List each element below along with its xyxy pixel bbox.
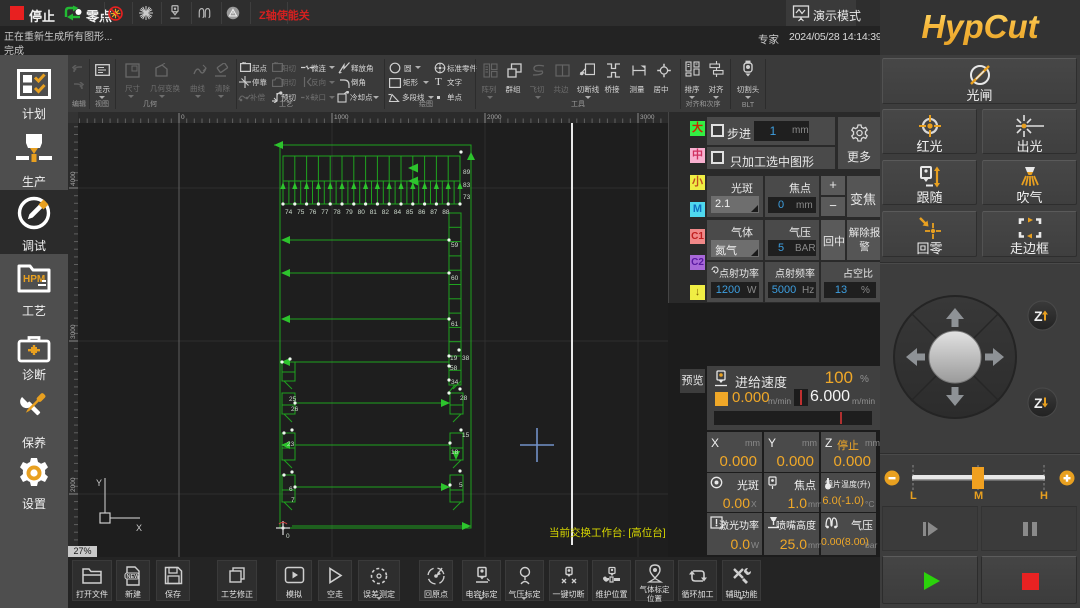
svg-text:79: 79 bbox=[346, 209, 354, 216]
svg-text:2000: 2000 bbox=[487, 114, 502, 121]
svg-text:Z: Z bbox=[1034, 308, 1043, 324]
svg-text:78: 78 bbox=[333, 209, 341, 216]
svg-text:76: 76 bbox=[309, 209, 317, 216]
svg-text:81: 81 bbox=[370, 209, 378, 216]
svg-text:M: M bbox=[974, 490, 983, 500]
svg-text:59: 59 bbox=[451, 242, 459, 249]
svg-text:88: 88 bbox=[442, 209, 450, 216]
svg-text:34: 34 bbox=[451, 379, 459, 386]
svg-text:77: 77 bbox=[321, 209, 329, 216]
svg-text:HPM: HPM bbox=[23, 274, 45, 285]
svg-text:H: H bbox=[1040, 490, 1048, 500]
svg-text:7: 7 bbox=[291, 497, 295, 504]
svg-text:38: 38 bbox=[462, 355, 470, 362]
svg-text:75: 75 bbox=[297, 209, 305, 216]
svg-text:2000: 2000 bbox=[70, 477, 77, 492]
svg-text:23: 23 bbox=[287, 441, 295, 448]
svg-text:Z: Z bbox=[1034, 395, 1043, 411]
svg-text:74: 74 bbox=[285, 209, 293, 216]
svg-text:82: 82 bbox=[382, 209, 390, 216]
svg-text:L: L bbox=[910, 490, 917, 500]
svg-text:5: 5 bbox=[459, 482, 463, 489]
svg-text:3000: 3000 bbox=[70, 324, 77, 339]
svg-text:Y: Y bbox=[96, 478, 102, 488]
svg-text:73: 73 bbox=[463, 194, 471, 201]
svg-text:3000: 3000 bbox=[640, 114, 655, 121]
svg-text:X: X bbox=[136, 523, 142, 533]
svg-text:18: 18 bbox=[451, 449, 459, 456]
svg-text:87: 87 bbox=[430, 209, 438, 216]
svg-text:15: 15 bbox=[462, 432, 470, 439]
svg-text:25: 25 bbox=[289, 396, 297, 403]
svg-text:86: 86 bbox=[418, 209, 426, 216]
svg-text:85: 85 bbox=[406, 209, 414, 216]
svg-text:28: 28 bbox=[460, 395, 468, 402]
svg-text:HypCut: HypCut bbox=[921, 8, 1040, 45]
svg-text:84: 84 bbox=[394, 209, 402, 216]
svg-text:NEW: NEW bbox=[127, 574, 141, 580]
svg-text:1000: 1000 bbox=[334, 114, 349, 121]
svg-text:19: 19 bbox=[450, 355, 458, 362]
svg-text:4000: 4000 bbox=[70, 171, 77, 186]
svg-text:80: 80 bbox=[358, 209, 366, 216]
svg-text:26: 26 bbox=[291, 406, 299, 413]
svg-text:61: 61 bbox=[451, 321, 459, 328]
svg-text:89: 89 bbox=[463, 169, 471, 176]
svg-text:58: 58 bbox=[450, 365, 458, 372]
svg-text:6: 6 bbox=[289, 486, 293, 493]
svg-text:0: 0 bbox=[181, 114, 185, 121]
svg-text:83: 83 bbox=[463, 182, 471, 189]
svg-text:60: 60 bbox=[451, 275, 459, 282]
svg-text:0: 0 bbox=[286, 533, 290, 540]
